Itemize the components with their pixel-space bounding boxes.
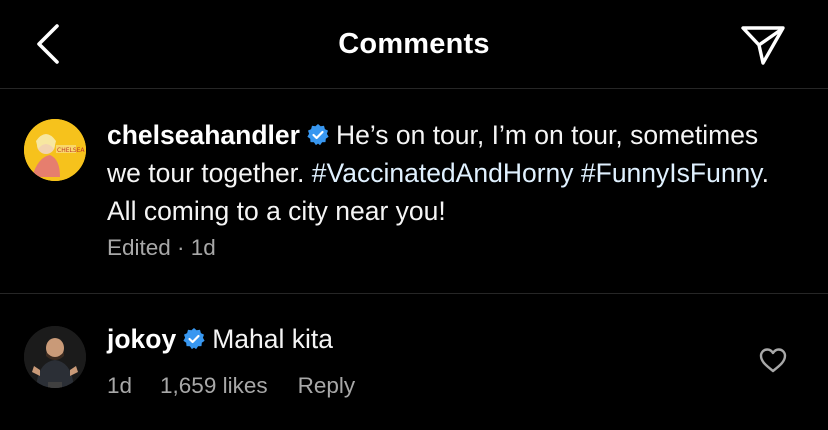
caption-comment: CHELSEA chelseahandler He’s on tour, I’m… xyxy=(0,89,828,294)
comment-meta: 1d 1,659 likes Reply xyxy=(107,373,355,399)
profile-photo-icon xyxy=(24,326,86,388)
hashtag-link[interactable]: #VaccinatedAndHorny xyxy=(312,158,574,188)
heart-outline-icon xyxy=(759,348,787,373)
profile-photo-icon: CHELSEA xyxy=(24,119,86,181)
paper-plane-icon xyxy=(741,26,785,65)
verified-badge-icon xyxy=(183,328,205,350)
avatar[interactable]: CHELSEA xyxy=(24,119,86,181)
reply-button[interactable]: Reply xyxy=(298,373,356,399)
likes-count[interactable]: 1,659 likes xyxy=(160,373,268,399)
username[interactable]: chelseahandler xyxy=(107,120,300,150)
header-bar: Comments xyxy=(0,0,828,89)
caption-text: chelseahandler He’s on tour, I’m on tour… xyxy=(107,116,797,230)
hashtag-link[interactable]: #FunnyIsFunny xyxy=(581,158,762,188)
comment-row: jokoy Mahal kita 1d 1,659 likes Reply xyxy=(0,294,828,430)
share-button[interactable] xyxy=(738,22,788,68)
comment-text: jokoy Mahal kita xyxy=(107,320,333,358)
caption-meta: Edited · 1d xyxy=(107,235,216,260)
comment-body: Mahal kita xyxy=(212,324,333,354)
like-button[interactable] xyxy=(758,346,788,374)
verified-badge-icon xyxy=(307,124,329,146)
avatar[interactable] xyxy=(24,326,86,388)
svg-text:CHELSEA: CHELSEA xyxy=(57,147,85,154)
username[interactable]: jokoy xyxy=(107,324,176,354)
comment-time: 1d xyxy=(107,373,133,398)
page-title: Comments xyxy=(338,28,490,60)
